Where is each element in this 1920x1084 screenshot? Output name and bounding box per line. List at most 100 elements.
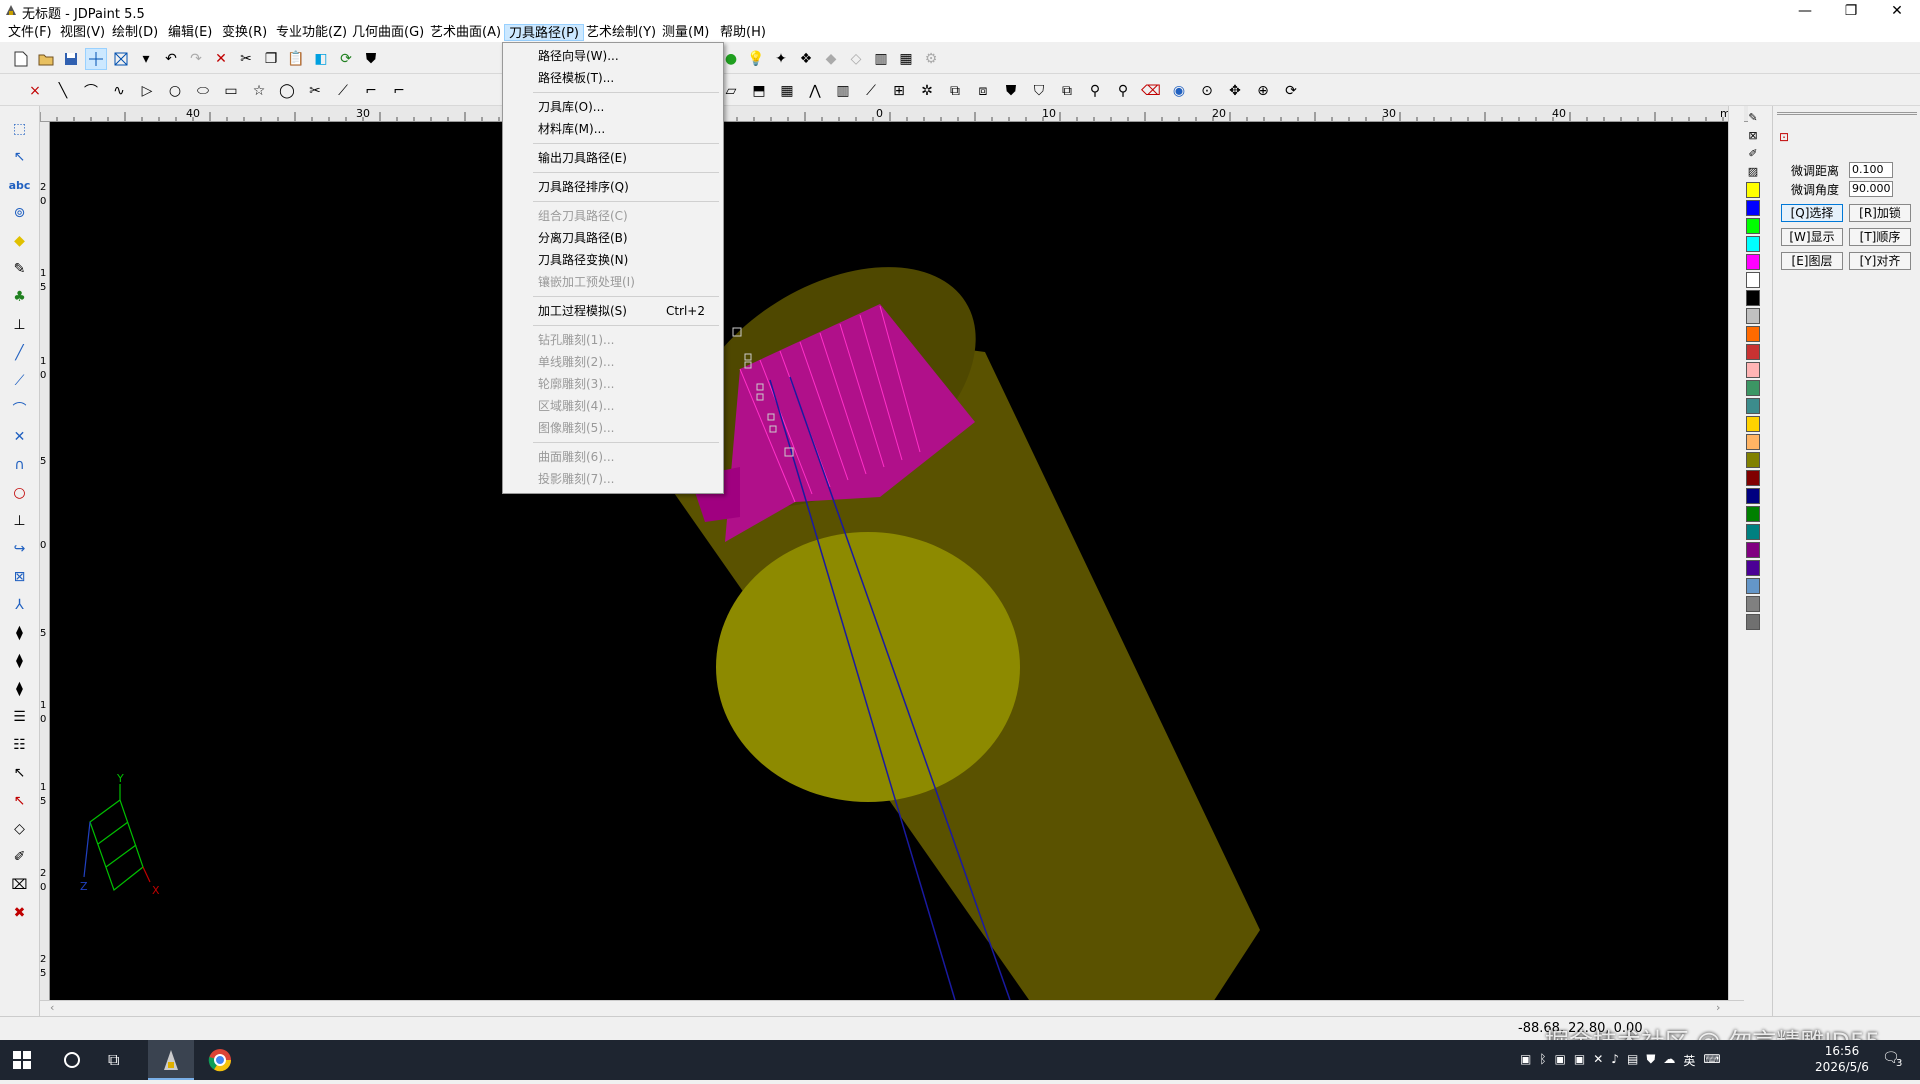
hook-tool-icon[interactable]: ↪ bbox=[9, 538, 31, 560]
text-tool-icon[interactable]: abc bbox=[9, 174, 31, 196]
transform-tool-icon[interactable]: ⊚ bbox=[9, 202, 31, 224]
color-swatch[interactable] bbox=[1746, 470, 1760, 486]
chamfer-icon[interactable]: ⌐ bbox=[388, 80, 410, 102]
menu-file[interactable]: 文件(F) bbox=[4, 24, 56, 41]
menu-measure[interactable]: 测量(M) bbox=[658, 24, 713, 41]
layer-tool-icon[interactable]: ☰ bbox=[9, 706, 31, 728]
star-icon[interactable]: ☆ bbox=[248, 80, 270, 102]
menu-item-tool-library[interactable]: 刀具库(O)... bbox=[538, 97, 604, 117]
color-swatch[interactable] bbox=[1746, 434, 1760, 450]
surface-stripe-icon[interactable]: ▥ bbox=[832, 80, 854, 102]
color-swatch[interactable] bbox=[1746, 578, 1760, 594]
lights-group-icon[interactable]: ❖ bbox=[795, 48, 817, 70]
horizontal-scrollbar[interactable]: ‹ › bbox=[40, 1000, 1744, 1016]
sweep-icon[interactable]: ⟋ bbox=[860, 80, 882, 102]
copy-icon[interactable]: ❐ bbox=[260, 48, 282, 70]
zoom-next-icon[interactable]: ⚲ bbox=[1112, 80, 1134, 102]
zoom-window-icon[interactable]: ⧉ bbox=[1056, 80, 1078, 102]
circle-tool-icon[interactable]: ○ bbox=[9, 482, 31, 504]
color-swatch[interactable] bbox=[1746, 308, 1760, 324]
ellipse-icon[interactable]: ⬭ bbox=[192, 80, 214, 102]
color-swatch[interactable] bbox=[1746, 200, 1760, 216]
mesh-tool-icon[interactable]: ⧫ bbox=[9, 622, 31, 644]
shield-gray-icon[interactable]: ⛊ bbox=[1000, 80, 1022, 102]
mesh-icon[interactable]: ▦ bbox=[776, 80, 798, 102]
new-file-icon[interactable] bbox=[10, 48, 32, 70]
curve-tool-icon[interactable]: ⌒ bbox=[9, 398, 31, 420]
tree-tool-icon[interactable]: ♣ bbox=[9, 286, 31, 308]
windows-start-icon[interactable] bbox=[12, 1050, 32, 1070]
shield-tray-icon[interactable]: ⛊ bbox=[1646, 1052, 1655, 1069]
color-swatch[interactable] bbox=[1746, 344, 1760, 360]
color-swatch[interactable] bbox=[1746, 488, 1760, 504]
app-tray-icon-2[interactable]: ▣ bbox=[1555, 1052, 1566, 1069]
measure-tool-icon[interactable]: ⊥ bbox=[9, 314, 31, 336]
restore-button[interactable]: ❐ bbox=[1828, 0, 1874, 22]
menu-item-material-library[interactable]: 材料库(M)... bbox=[538, 119, 605, 139]
menu-item-sort-toolpath[interactable]: 刀具路径排序(Q) bbox=[538, 177, 629, 197]
zoom-prev-icon[interactable]: ⚲ bbox=[1084, 80, 1106, 102]
book-icon[interactable]: ▥ bbox=[870, 48, 892, 70]
color-swatch[interactable] bbox=[1746, 182, 1760, 198]
color-swatch[interactable] bbox=[1746, 452, 1760, 468]
brush-icon[interactable]: ✐ bbox=[1745, 144, 1761, 162]
color-swatch[interactable] bbox=[1746, 416, 1760, 432]
mesh-tool-2-icon[interactable]: ⧫ bbox=[9, 650, 31, 672]
save-icon[interactable] bbox=[60, 48, 82, 70]
shield-icon[interactable]: ⛊ bbox=[360, 48, 382, 70]
gear-icon[interactable]: ⚙ bbox=[920, 48, 942, 70]
app-tray-icon[interactable]: ▣ bbox=[1520, 1052, 1531, 1069]
loop-tool-icon[interactable]: ∩ bbox=[9, 454, 31, 476]
cloud-icon[interactable]: ☁ bbox=[1663, 1052, 1675, 1069]
zoom-all-icon[interactable]: ⊙ bbox=[1196, 80, 1218, 102]
line-tool-icon[interactable]: ╱ bbox=[9, 342, 31, 364]
chrome-icon[interactable] bbox=[208, 1048, 232, 1072]
mesh-tool-3-icon[interactable]: ⧫ bbox=[9, 678, 31, 700]
trim-icon[interactable]: ✂ bbox=[304, 80, 326, 102]
panel-grip[interactable] bbox=[1777, 112, 1917, 115]
color-swatch[interactable] bbox=[1746, 218, 1760, 234]
layer-mode-button[interactable]: [E]图层 bbox=[1781, 252, 1843, 270]
color-swatch[interactable] bbox=[1746, 398, 1760, 414]
menu-item-transform-toolpath[interactable]: 刀具路径变换(N) bbox=[538, 250, 628, 270]
search-icon[interactable] bbox=[62, 1050, 82, 1070]
fine-distance-input[interactable]: 0.100 bbox=[1849, 162, 1893, 178]
select-tool-icon[interactable]: ⬚ bbox=[9, 118, 31, 140]
clock[interactable]: 16:56 2026/5/6 bbox=[1812, 1043, 1872, 1075]
shield-dark-icon[interactable]: ⛉ bbox=[1028, 80, 1050, 102]
branch-tool-icon[interactable]: ⟋ bbox=[9, 370, 31, 392]
lights-icon[interactable]: ✦ bbox=[770, 48, 792, 70]
lightbulb-icon[interactable]: 💡 bbox=[745, 48, 767, 70]
close-tool-icon[interactable]: ✖ bbox=[9, 902, 31, 924]
align-mode-button[interactable]: [Y]对齐 bbox=[1849, 252, 1911, 270]
jdpaint-taskbar-icon[interactable] bbox=[148, 1040, 194, 1080]
pick-delete-icon[interactable]: ↖ bbox=[9, 790, 31, 812]
menu-edit[interactable]: 编辑(E) bbox=[164, 24, 216, 41]
diamond-icon[interactable]: ◇ bbox=[845, 48, 867, 70]
stack-tool-icon[interactable]: ☷ bbox=[9, 734, 31, 756]
perpendicular-tool-icon[interactable]: ⊥ bbox=[9, 510, 31, 532]
polyline-icon[interactable]: ▷ bbox=[136, 80, 158, 102]
menu-item-path-template[interactable]: 路径模板(T)... bbox=[538, 68, 614, 88]
color-swatch[interactable] bbox=[1746, 254, 1760, 270]
cross-tool-icon[interactable]: ✕ bbox=[9, 426, 31, 448]
arc-icon[interactable]: ⌒ bbox=[80, 80, 102, 102]
keyboard-icon[interactable]: ⌨ bbox=[1703, 1052, 1720, 1069]
color-swatch[interactable] bbox=[1746, 614, 1760, 630]
menu-item-path-wizard[interactable]: 路径向导(W)... bbox=[538, 46, 619, 66]
chevron-down-icon[interactable]: ▾ bbox=[135, 48, 157, 70]
shade-icon[interactable]: ◆ bbox=[820, 48, 842, 70]
undo-icon[interactable]: ↶ bbox=[160, 48, 182, 70]
menu-view[interactable]: 视图(V) bbox=[56, 24, 109, 41]
menu-item-export-toolpath[interactable]: 输出刀具路径(E) bbox=[538, 148, 627, 168]
select-box-icon[interactable] bbox=[110, 48, 132, 70]
vertical-scrollbar[interactable] bbox=[1728, 106, 1744, 1000]
grid-surface-icon[interactable]: ⊞ bbox=[888, 80, 910, 102]
menu-professional[interactable]: 专业功能(Z) bbox=[272, 24, 351, 41]
color-swatch[interactable] bbox=[1746, 506, 1760, 522]
line-icon[interactable]: ╲ bbox=[52, 80, 74, 102]
lock-mode-button[interactable]: [R]加锁 bbox=[1849, 204, 1911, 222]
axis-tool-icon[interactable]: ⅄ bbox=[9, 594, 31, 616]
point-icon[interactable]: × bbox=[24, 80, 46, 102]
rotate-view-icon[interactable]: ⟳ bbox=[1280, 80, 1302, 102]
